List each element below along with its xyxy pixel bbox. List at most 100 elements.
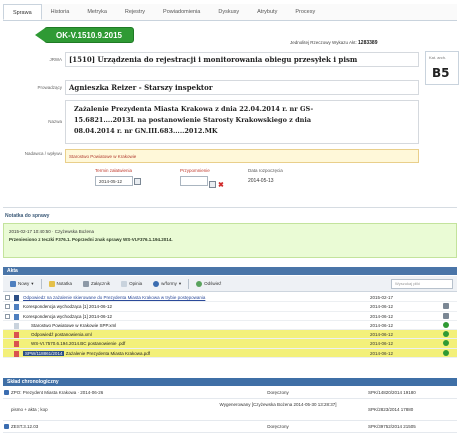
chrono-desc: pismo + akta ; kop bbox=[11, 407, 48, 412]
docs-search-input[interactable]: Wyszukaj pliki bbox=[391, 278, 453, 289]
termin-input[interactable]: 2014-05-12 bbox=[95, 176, 133, 186]
chrono-title: Skład chronologiczny bbox=[3, 378, 457, 386]
tab-rejestry[interactable]: Rejestry bbox=[116, 4, 154, 20]
przypomnienie-label: Przypomnienie bbox=[180, 168, 210, 173]
note-line-2: Przeniesiono z teczki F376.1. Poprzedni … bbox=[9, 237, 173, 242]
data-rozpoczecia-label: Data rozpoczęcia bbox=[248, 168, 283, 173]
list-item[interactable]: Odpowiedź postanowienia.xml 2014-06-12 bbox=[3, 330, 457, 340]
folder-icon bbox=[14, 304, 19, 311]
doc-title[interactable]: Odpowiedź postanowienia.xml bbox=[31, 330, 351, 339]
forms-button[interactable]: w/formy ▾ bbox=[149, 279, 185, 289]
note-button[interactable]: Notatka bbox=[45, 279, 77, 289]
print-icon[interactable] bbox=[443, 312, 449, 319]
refresh-button[interactable]: Odświeź bbox=[192, 279, 225, 289]
list-item[interactable]: Odpowiedz na zażalenie skierowane do Pre… bbox=[3, 293, 457, 303]
calendar-icon[interactable] bbox=[134, 178, 141, 186]
prowadzacy-label: Prowadzący bbox=[37, 85, 62, 90]
doc-badge: SPW/118861/2014 bbox=[23, 350, 65, 356]
doc-title[interactable]: Korespondencja wychodząca [1] 2014-06-12 bbox=[23, 302, 353, 311]
envelope-icon bbox=[4, 424, 9, 429]
docs-panel-title: Akta bbox=[3, 267, 457, 275]
tab-atrybuty[interactable]: Atrybuty bbox=[248, 4, 286, 20]
note-button-label: Notatka bbox=[56, 281, 73, 286]
doc-title[interactable]: Odpowiedz na zażalenie skierowane do Pre… bbox=[23, 293, 353, 302]
chrono-status: Doręczony bbox=[267, 424, 289, 429]
doc-title[interactable]: WS-VI.7570.6.194.2014.BC postanowienie .… bbox=[31, 339, 351, 348]
doc-title[interactable]: Starostwo Powiatowe w Krakowie SPP.xml bbox=[31, 321, 351, 330]
table-row[interactable]: ZEST.3.12.03 Doręczony SPK/39752/2014 21… bbox=[3, 421, 457, 433]
table-row[interactable]: pismo + akta ; kop Wygenerowany [Czyżews… bbox=[3, 399, 457, 421]
note-box: 2015-02-17 10:40:50 · Czyżewska Bożena P… bbox=[3, 223, 457, 258]
new-button[interactable]: Nowy ▾ bbox=[6, 279, 38, 289]
file-icon bbox=[14, 332, 19, 339]
nadawca-label: Nadawca / wpływu bbox=[24, 151, 62, 156]
toolbar-separator bbox=[40, 278, 42, 289]
opinion-button-label: Opinia bbox=[129, 281, 143, 286]
doc-date: 2014-06-12 bbox=[370, 313, 394, 319]
list-item[interactable]: SPW/118861/2014 Zażalenie Prezydenta Mia… bbox=[3, 348, 457, 359]
doc-date: 2014-06-12 bbox=[370, 350, 394, 356]
calendar-icon[interactable] bbox=[209, 181, 216, 189]
tab-metryka[interactable]: Metryka bbox=[78, 4, 116, 20]
archive-category-box: Kat. arch. B5 bbox=[425, 51, 459, 85]
new-doc-icon bbox=[10, 280, 16, 287]
refresh-icon bbox=[196, 280, 203, 287]
nadawca-field: Starostwo Powiatowe w Krakowie bbox=[65, 149, 419, 163]
data-rozpoczecia-group: Data rozpoczęcia 2014-05-13 bbox=[248, 168, 283, 184]
chrono-list: ZPO: Prezydent Miasta Krakowa · 2014-06-… bbox=[3, 387, 457, 433]
przypomnienie-group: Przypomnienie ✖ bbox=[180, 168, 224, 189]
clear-icon[interactable]: ✖ bbox=[218, 182, 224, 189]
tab-sprawa[interactable]: Sprawa bbox=[3, 4, 42, 20]
divider bbox=[3, 207, 457, 208]
meta-value: 1283389 bbox=[358, 40, 378, 46]
doc-title[interactable]: SPW/118861/2014 Zażalenie Prezydenta Mia… bbox=[23, 349, 353, 358]
attachment-button-label: Załącznik bbox=[91, 281, 111, 286]
tab-dyskusy[interactable]: Dyskusy bbox=[209, 4, 248, 20]
doc-date: 2014-06-12 bbox=[370, 341, 394, 347]
tab-procesy[interactable]: Procesy bbox=[286, 4, 324, 20]
status-icon bbox=[443, 349, 449, 356]
doc-date: 2014-06-12 bbox=[370, 332, 394, 338]
termin-label: Termin załatwienia bbox=[95, 168, 133, 173]
data-rozpoczecia-value: 2014-05-13 bbox=[248, 178, 274, 184]
print-icon[interactable] bbox=[443, 303, 449, 310]
doc-date: 2015-02-17 bbox=[370, 295, 394, 300]
list-item[interactable]: Korespondencja wychodząca [1] 2014-06-12… bbox=[3, 302, 457, 312]
docs-toolbar: Nowy ▾ Notatka Załącznik Opinia w/formy ▾ … bbox=[3, 276, 457, 292]
toolbar-separator bbox=[188, 278, 190, 289]
przypomnienie-input[interactable] bbox=[180, 176, 208, 186]
doc-title[interactable]: Korespondencja wychodząca [1] 2014-06-12 bbox=[23, 312, 353, 321]
opinion-icon bbox=[121, 280, 128, 287]
list-item[interactable]: Korespondencja wychodząca [1] 2014-06-12… bbox=[3, 312, 457, 321]
expand-icon[interactable] bbox=[5, 304, 10, 310]
tab-powiadomienia[interactable]: Powiadomienia bbox=[154, 4, 209, 20]
note-line-1: 2015-02-17 10:40:50 · Czyżewska Bożena bbox=[9, 229, 95, 234]
chrono-ref: SPK/39752/2014 21505 bbox=[368, 424, 416, 429]
badge-arrow-icon bbox=[35, 28, 45, 42]
case-number: OK-V.1510.9.2015 bbox=[56, 30, 122, 40]
chrono-ref: SPK/14820/2014 19180 bbox=[368, 390, 416, 395]
tab-bar: Sprawa Historia Metryka Rejestry Powiado… bbox=[3, 4, 457, 21]
chrono-desc: ZEST.3.12.03 bbox=[11, 424, 39, 429]
note-icon bbox=[48, 280, 55, 287]
expand-icon[interactable] bbox=[5, 295, 10, 300]
archive-category-label: Kat. arch. bbox=[429, 55, 447, 60]
tab-historia[interactable]: Historia bbox=[42, 4, 79, 20]
nazwa-line-1: Zażalenie Prezydenta Miasta Krakowa z dn… bbox=[74, 105, 314, 113]
nazwa-line-2: 15.6821....2013L na postanowienie Staros… bbox=[74, 116, 312, 124]
list-item[interactable]: Starostwo Powiatowe w Krakowie SPP.xml 2… bbox=[3, 321, 457, 331]
attachment-button[interactable]: Załącznik bbox=[79, 279, 114, 289]
meta-label: Jednolitej Rzeczowy Wykazu Akt: bbox=[290, 40, 357, 45]
folder-icon bbox=[14, 295, 19, 301]
jrwa-field: [1510] Urządzenia do rejestracji i monit… bbox=[65, 52, 419, 67]
jrwa-label: JRWA bbox=[49, 57, 62, 62]
table-row[interactable]: ZPO: Prezydent Miasta Krakowa · 2014-06-… bbox=[3, 387, 457, 399]
forms-icon bbox=[153, 280, 160, 287]
nazwa-line-3: 08.04.2014 r. nr GN.III.683.....2012.MK bbox=[74, 127, 218, 135]
nazwa-field: Zażalenie Prezydenta Miasta Krakowa z dn… bbox=[65, 100, 419, 144]
opinion-button[interactable]: Opinia bbox=[117, 279, 146, 289]
docs-list: Odpowiedz na zażalenie skierowane do Pre… bbox=[3, 293, 457, 359]
list-item[interactable]: WS-VI.7570.6.194.2014.BC postanowienie .… bbox=[3, 339, 457, 349]
doc-date: 2014-06-12 bbox=[370, 304, 394, 310]
expand-icon[interactable] bbox=[5, 313, 10, 319]
